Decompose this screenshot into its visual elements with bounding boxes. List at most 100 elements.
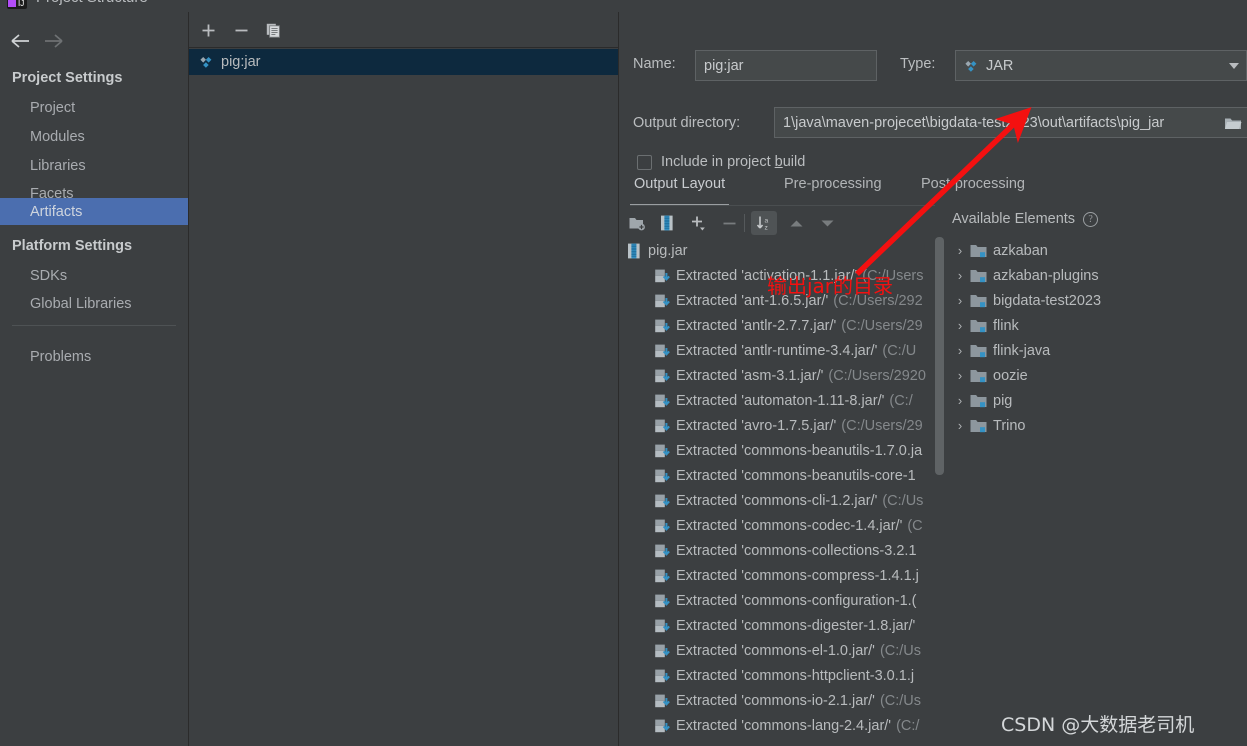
remove-element-button[interactable] <box>716 211 742 235</box>
output-layout-row-label: Extracted 'antlr-2.7.7.jar/' <box>676 317 837 334</box>
output-layout-row[interactable]: Extracted 'commons-lang-2.4.jar/' (C:/ <box>620 713 945 738</box>
available-element-row[interactable]: › bigdata-test2023 <box>952 288 1247 313</box>
available-element-label: oozie <box>993 367 1028 384</box>
output-layout-row[interactable]: Extracted 'commons-configuration-1.( <box>620 588 945 613</box>
output-layout-tree[interactable]: pig.jar Extracted 'activation-1.1.jar/' (C… <box>620 238 945 746</box>
output-layout-row[interactable]: Extracted 'commons-compress-1.4.1.j <box>620 563 945 588</box>
output-layout-row[interactable]: Extracted 'antlr-runtime-3.4.jar/' (C:/U <box>620 338 945 363</box>
output-layout-row[interactable]: Extracted 'avro-1.7.5.jar/' (C:/Users/29 <box>620 413 945 438</box>
sidebar-item-problems[interactable]: Problems <box>0 343 188 370</box>
chevron-right-icon[interactable]: › <box>952 293 968 308</box>
project-structure-dialog: IJ Project Structure Project Settings Pr… <box>0 0 1247 746</box>
output-layout-row[interactable]: Extracted 'commons-collections-3.2.1 <box>620 538 945 563</box>
output-layout-row-label: Extracted 'commons-configuration-1.( <box>676 592 917 609</box>
editor-tabs: Output Layout Pre-processing Post-proces… <box>630 176 1247 206</box>
output-layout-row[interactable]: Extracted 'commons-cli-1.2.jar/' (C:/Us <box>620 488 945 513</box>
chevron-right-icon[interactable]: › <box>952 268 968 283</box>
chevron-right-icon[interactable]: › <box>952 368 968 383</box>
sidebar-item-label: SDKs <box>30 267 68 284</box>
name-input[interactable]: pig:jar <box>695 50 877 81</box>
sidebar-item-libraries[interactable]: Libraries <box>0 152 188 179</box>
output-layout-row[interactable]: Extracted 'automaton-1.11-8.jar/' (C:/ <box>620 388 945 413</box>
remove-artifact-button[interactable] <box>228 18 254 42</box>
settings-sidebar: Project Settings Project Modules Librari… <box>0 12 188 746</box>
output-layout-row[interactable]: Extracted 'asm-3.1.jar/' (C:/Users/2920 <box>620 363 945 388</box>
output-layout-row-label: Extracted 'commons-el-1.0.jar/' <box>676 642 875 659</box>
extracted-icon <box>655 619 670 632</box>
sidebar-item-global-libraries[interactable]: Global Libraries <box>0 290 188 317</box>
available-element-row[interactable]: › oozie <box>952 363 1247 388</box>
tab-post-processing[interactable]: Post-processing <box>917 176 1029 202</box>
sidebar-item-project[interactable]: Project <box>0 94 188 121</box>
output-layout-row[interactable]: Extracted 'commons-digester-1.8.jar/' <box>620 613 945 638</box>
available-elements-tree[interactable]: › azkaban › azkaban-plugins › bigdata-test202… <box>952 238 1247 438</box>
output-layout-row[interactable]: Extracted 'commons-beanutils-core-1 <box>620 463 945 488</box>
move-up-button[interactable] <box>783 211 809 235</box>
available-element-row[interactable]: › flink <box>952 313 1247 338</box>
list-item[interactable]: pig:jar <box>189 49 619 75</box>
extracted-icon <box>655 694 670 707</box>
sidebar-item-modules[interactable]: Modules <box>0 123 188 150</box>
tabs-underline <box>630 205 935 206</box>
move-down-button[interactable] <box>814 211 840 235</box>
output-layout-row-path: (C:/Us <box>882 492 924 509</box>
sidebar-item-sdks[interactable]: SDKs <box>0 262 188 289</box>
available-element-row[interactable]: › flink-java <box>952 338 1247 363</box>
arrow-left-icon[interactable] <box>6 26 36 56</box>
chevron-down-icon[interactable] <box>1229 62 1239 69</box>
arrow-right-icon[interactable] <box>38 26 68 56</box>
svg-text:z: z <box>764 224 767 231</box>
sidebar-item-artifacts[interactable]: Artifacts <box>0 198 188 225</box>
type-value: JAR <box>986 57 1014 74</box>
output-layout-scrollbar-thumb[interactable] <box>935 237 944 475</box>
output-layout-row[interactable]: Extracted 'commons-beanutils-1.7.0.ja <box>620 438 945 463</box>
output-layout-row[interactable]: Extracted 'commons-httpclient-3.0.1.j <box>620 663 945 688</box>
folder-open-icon[interactable] <box>1224 115 1242 130</box>
type-label: Type: <box>900 56 936 72</box>
extracted-icon <box>655 669 670 682</box>
chevron-right-icon[interactable]: › <box>952 243 968 258</box>
available-element-row[interactable]: › azkaban <box>952 238 1247 263</box>
create-archive-button[interactable] <box>654 211 680 235</box>
create-directory-button[interactable] <box>624 211 650 235</box>
available-element-row[interactable]: › pig <box>952 388 1247 413</box>
add-copy-button[interactable] <box>685 211 711 235</box>
tab-output-layout[interactable]: Output Layout <box>630 176 730 206</box>
chevron-right-icon[interactable]: › <box>952 393 968 408</box>
chevron-right-icon[interactable]: › <box>952 418 968 433</box>
output-layout-row-path: (C:/Users/2920 <box>828 367 926 384</box>
sort-alphabetically-button[interactable]: a z <box>751 211 777 235</box>
output-layout-row[interactable]: pig.jar <box>620 238 945 263</box>
output-directory-input[interactable]: 1\java\maven-projecet\bigdata-test2023\o… <box>774 107 1247 138</box>
watermark-text: CSDN @大数据老司机 <box>1001 714 1195 736</box>
extracted-icon <box>655 519 670 532</box>
output-layout-row[interactable]: Extracted 'antlr-2.7.7.jar/' (C:/Users/29 <box>620 313 945 338</box>
output-layout-scrollbar-track[interactable] <box>935 237 944 746</box>
sidebar-item-label: Global Libraries <box>30 295 132 312</box>
output-layout-toolbar: a z <box>624 208 944 238</box>
chevron-right-icon[interactable]: › <box>952 343 968 358</box>
output-layout-row-path: (C:/ <box>889 392 913 409</box>
add-artifact-button[interactable] <box>195 18 221 42</box>
available-element-label: azkaban-plugins <box>993 267 1099 284</box>
output-layout-row[interactable]: Extracted 'commons-codec-1.4.jar/' (C <box>620 513 945 538</box>
output-layout-row-path: (C:/U <box>882 342 917 359</box>
available-element-row[interactable]: › Trino <box>952 413 1247 438</box>
available-element-label: flink-java <box>993 342 1051 359</box>
help-circle-icon[interactable]: ? <box>1083 211 1099 227</box>
sidebar-item-label: Project <box>30 99 76 116</box>
type-combobox[interactable]: JAR <box>955 50 1247 81</box>
output-layout-row-label: Extracted 'automaton-1.11-8.jar/' <box>676 392 885 409</box>
available-element-row[interactable]: › azkaban-plugins <box>952 263 1247 288</box>
copy-artifact-button[interactable] <box>260 18 286 42</box>
output-layout-row-label: Extracted 'commons-httpclient-3.0.1.j <box>676 667 915 684</box>
output-layout-row-path: (C <box>907 517 923 534</box>
output-layout-row[interactable]: Extracted 'commons-el-1.0.jar/' (C:/Us <box>620 638 945 663</box>
tab-pre-processing[interactable]: Pre-processing <box>780 176 886 202</box>
include-in-project-build-checkbox[interactable]: Include in project build <box>637 154 805 170</box>
artifacts-list[interactable]: pig:jar <box>189 49 619 746</box>
chevron-right-icon[interactable]: › <box>952 318 968 333</box>
checkbox-box[interactable] <box>637 154 652 170</box>
output-layout-row[interactable]: Extracted 'commons-io-2.1.jar/' (C:/Us <box>620 688 945 713</box>
minus-icon <box>723 222 735 224</box>
